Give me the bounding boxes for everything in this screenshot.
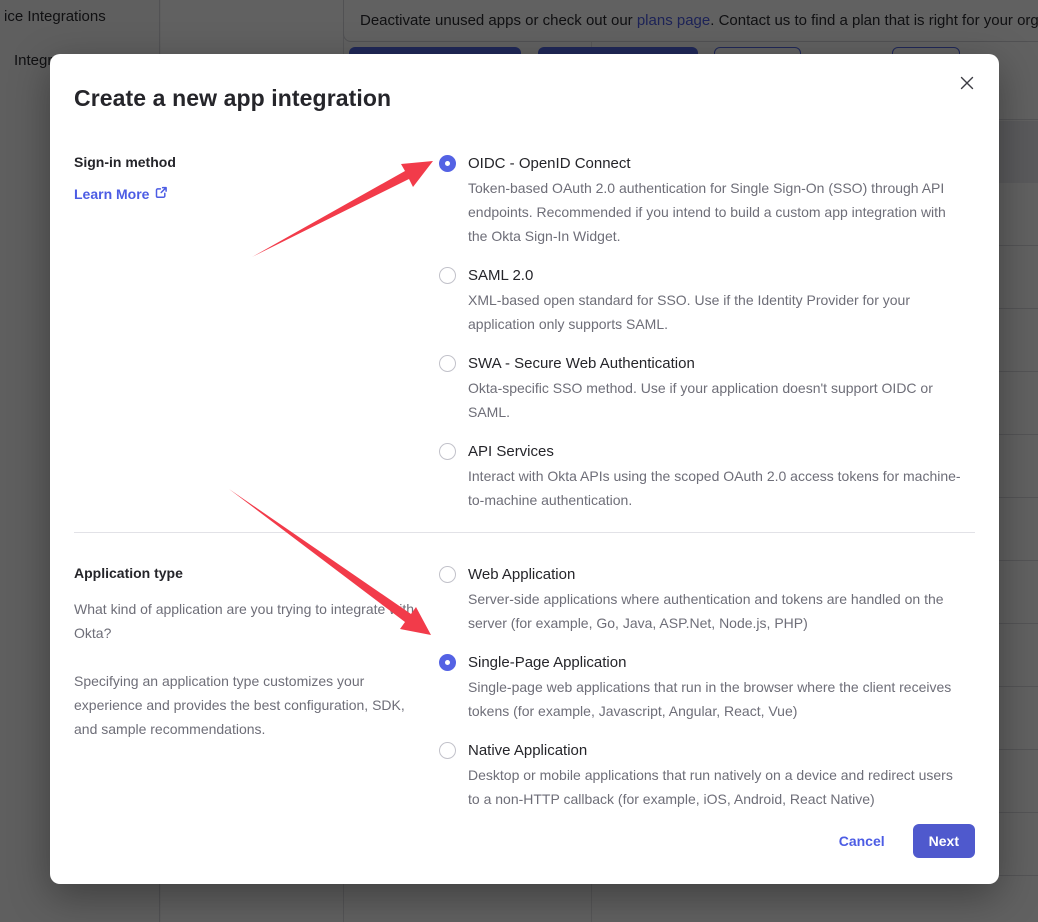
external-link-icon [155, 186, 168, 202]
option-description: Desktop or mobile applications that run … [468, 763, 963, 811]
option-saml-2-0[interactable]: SAML 2.0 XML-based open standard for SSO… [439, 264, 963, 336]
option-api-services[interactable]: API Services Interact with Okta APIs usi… [439, 440, 963, 512]
learn-more-label: Learn More [74, 186, 149, 202]
option-title: API Services [468, 440, 963, 464]
application-type-description-2: Specifying an application type customize… [74, 669, 429, 741]
cancel-button[interactable]: Cancel [839, 833, 885, 849]
radio-web-application[interactable] [439, 566, 456, 583]
application-type-section: Application type What kind of applicatio… [74, 563, 975, 811]
close-icon [959, 75, 975, 94]
option-title: SAML 2.0 [468, 264, 963, 288]
option-oidc-openid-connect[interactable]: OIDC - OpenID Connect Token-based OAuth … [439, 152, 963, 248]
signin-method-label: Sign-in method [74, 152, 429, 172]
option-swa-secure-web-authentication[interactable]: SWA - Secure Web Authentication Okta-spe… [439, 352, 963, 424]
option-native-application[interactable]: Native Application Desktop or mobile app… [439, 739, 963, 811]
signin-method-section: Sign-in method Learn More OIDC - OpenID … [74, 152, 975, 512]
application-type-description-1: What kind of application are you trying … [74, 597, 429, 645]
radio-native-application[interactable] [439, 742, 456, 759]
dialog-title: Create a new app integration [74, 82, 975, 114]
radio-saml[interactable] [439, 267, 456, 284]
option-description: Okta-specific SSO method. Use if your ap… [468, 376, 963, 424]
radio-oidc[interactable] [439, 155, 456, 172]
create-app-integration-dialog: Create a new app integration Sign-in met… [50, 54, 999, 884]
dialog-footer: Cancel Next [74, 824, 975, 858]
radio-single-page-application[interactable] [439, 654, 456, 671]
screen: Deactivate unused apps or check out our … [0, 0, 1038, 922]
option-single-page-application[interactable]: Single-Page Application Single-page web … [439, 651, 963, 723]
option-description: Server-side applications where authentic… [468, 587, 963, 635]
application-type-label: Application type [74, 563, 429, 583]
learn-more-link[interactable]: Learn More [74, 186, 429, 202]
option-description: Interact with Okta APIs using the scoped… [468, 464, 963, 512]
radio-api-services[interactable] [439, 443, 456, 460]
signin-method-left-column: Sign-in method Learn More [74, 152, 439, 512]
option-title: Native Application [468, 739, 963, 763]
option-title: Single-Page Application [468, 651, 963, 675]
close-button[interactable] [955, 72, 979, 96]
option-title: OIDC - OpenID Connect [468, 152, 963, 176]
next-button[interactable]: Next [913, 824, 975, 858]
application-type-options: Web Application Server-side applications… [439, 563, 963, 811]
option-description: XML-based open standard for SSO. Use if … [468, 288, 963, 336]
option-description: Token-based OAuth 2.0 authentication for… [468, 176, 963, 248]
option-title: Web Application [468, 563, 963, 587]
option-title: SWA - Secure Web Authentication [468, 352, 963, 376]
radio-swa[interactable] [439, 355, 456, 372]
signin-method-options: OIDC - OpenID Connect Token-based OAuth … [439, 152, 963, 512]
option-description: Single-page web applications that run in… [468, 675, 963, 723]
application-type-left-column: Application type What kind of applicatio… [74, 563, 439, 811]
option-web-application[interactable]: Web Application Server-side applications… [439, 563, 963, 635]
section-divider [74, 532, 975, 533]
